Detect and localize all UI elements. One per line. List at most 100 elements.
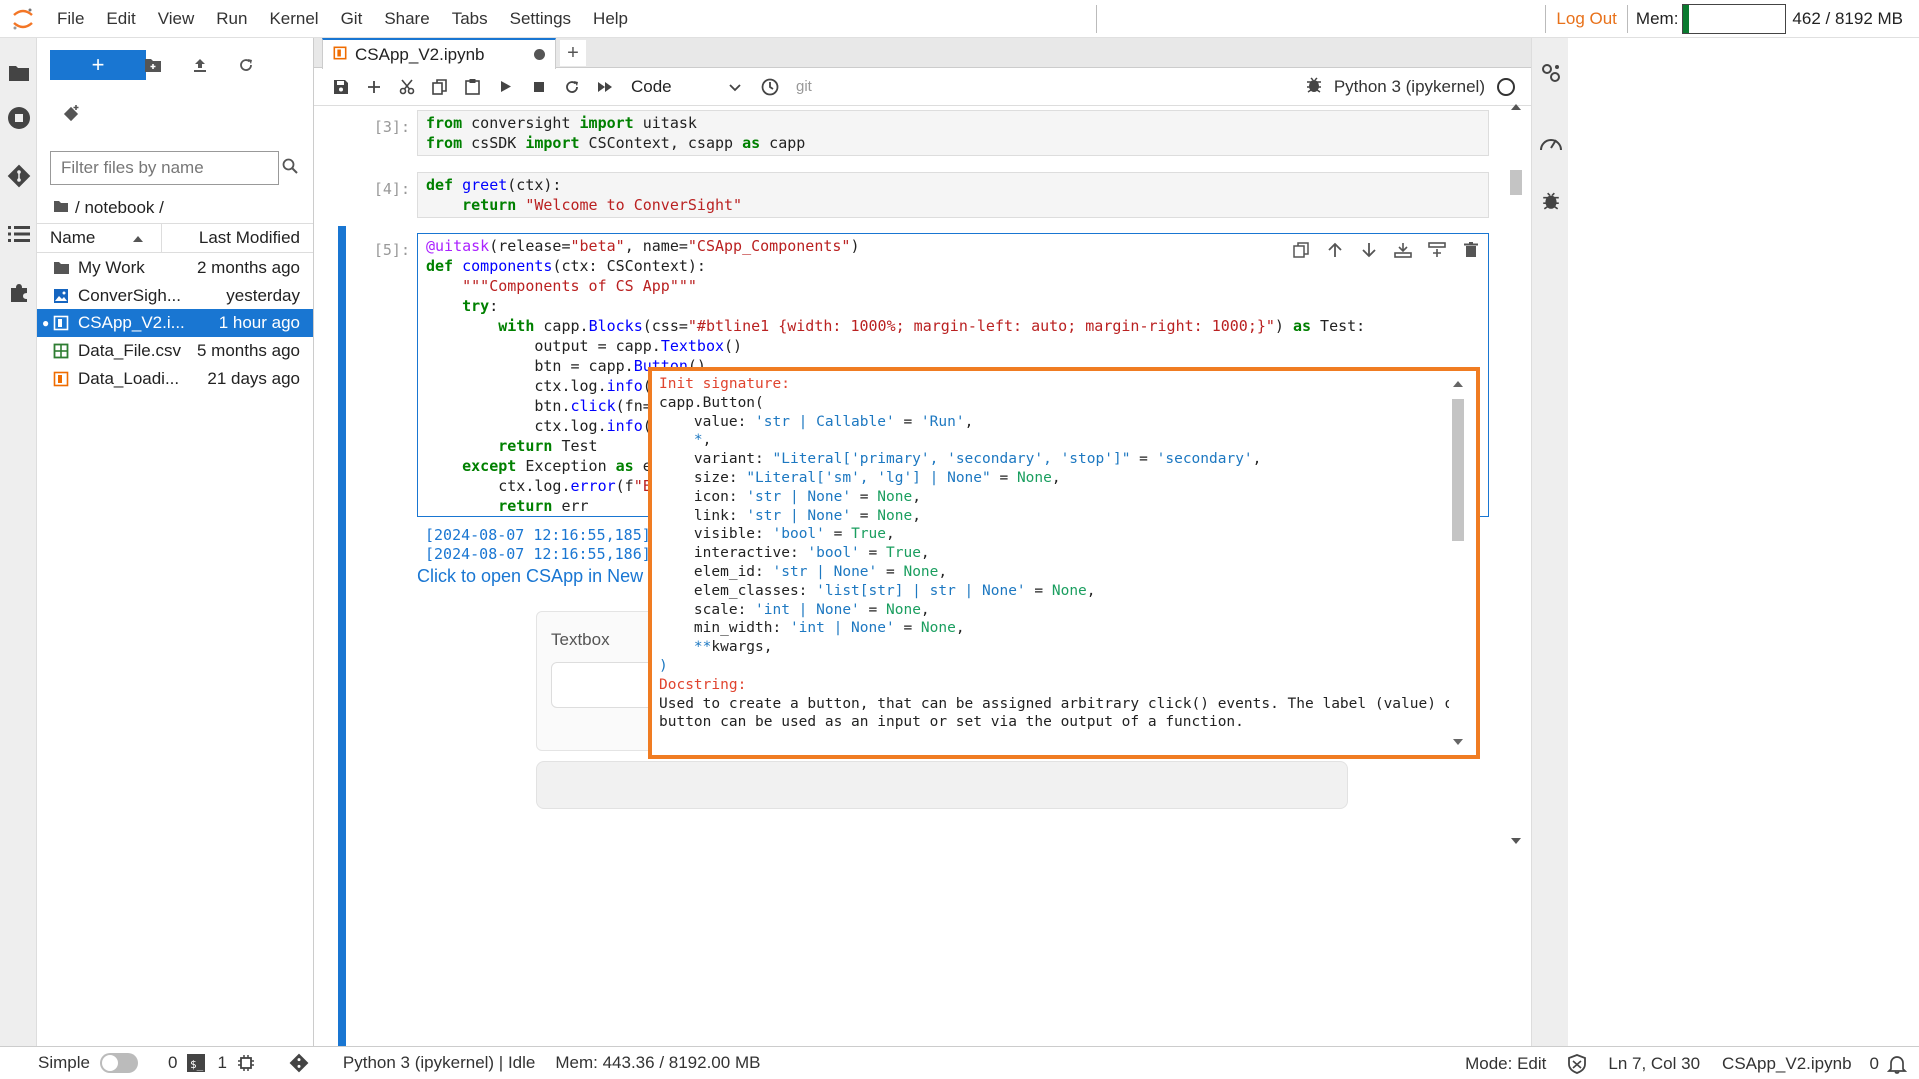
menu-edit[interactable]: Edit bbox=[95, 9, 146, 29]
column-last-modified[interactable]: Last Modified bbox=[162, 228, 313, 248]
tab-notebook[interactable]: CSApp_V2.ipynb bbox=[322, 38, 556, 69]
menu-file[interactable]: File bbox=[46, 9, 95, 29]
table-of-contents-icon[interactable] bbox=[6, 221, 32, 247]
filter-files-input[interactable] bbox=[61, 158, 282, 178]
run-all-icon[interactable] bbox=[588, 73, 621, 101]
file-row[interactable]: Data_File.csv 5 months ago bbox=[37, 337, 313, 365]
memory-status: Mem: 443.36 / 8192.00 MB bbox=[555, 1053, 761, 1072]
refresh-icon[interactable] bbox=[235, 54, 257, 76]
app-button[interactable] bbox=[536, 761, 1348, 809]
breadcrumb-path[interactable]: / notebook / bbox=[75, 198, 164, 218]
scroll-thumb[interactable] bbox=[1452, 399, 1464, 541]
folder-icon[interactable] bbox=[6, 60, 32, 86]
tab-title: CSApp_V2.ipynb bbox=[355, 44, 485, 64]
menu-kernel[interactable]: Kernel bbox=[258, 9, 329, 29]
menu-tabs[interactable]: Tabs bbox=[441, 9, 499, 29]
file-browser: + / notebook / Name Last Modified My Wor… bbox=[37, 38, 314, 1046]
menu-help[interactable]: Help bbox=[582, 9, 639, 29]
scroll-up-icon[interactable] bbox=[1511, 104, 1521, 110]
upload-icon[interactable] bbox=[189, 54, 211, 76]
sort-ascending-icon bbox=[133, 228, 143, 248]
tooltip-scrollbar[interactable] bbox=[1450, 377, 1466, 751]
cell-type-select[interactable]: Code bbox=[631, 77, 741, 97]
insert-below-icon[interactable] bbox=[1426, 239, 1448, 261]
git-diff-button[interactable]: git bbox=[796, 78, 812, 95]
column-name-label: Name bbox=[50, 228, 96, 247]
git-icon[interactable] bbox=[6, 163, 32, 189]
kernel-status[interactable]: Python 3 (ipykernel) | Idle bbox=[343, 1053, 535, 1073]
status-bar: Simple 0 $_ 1 Python 3 (ipykernel) | Idl… bbox=[0, 1046, 1919, 1079]
running-icon[interactable] bbox=[6, 105, 32, 131]
file-list-header: Name Last Modified bbox=[37, 223, 313, 253]
logout-button[interactable]: Log Out bbox=[1546, 9, 1627, 29]
git-clone-icon[interactable] bbox=[63, 104, 81, 127]
terminal-count[interactable]: 0 bbox=[168, 1053, 177, 1073]
file-modified: 21 days ago bbox=[207, 369, 300, 388]
log-output-line: [2024-08-07 12:16:55,186] [I bbox=[425, 545, 678, 563]
kernel-count[interactable]: 1 bbox=[217, 1053, 226, 1073]
terminal-icon: $_ bbox=[187, 1054, 206, 1072]
save-icon[interactable] bbox=[324, 73, 357, 101]
run-icon[interactable] bbox=[489, 73, 522, 101]
file-row[interactable]: Data_Loadi... 21 days ago bbox=[37, 365, 313, 393]
tooltip-heading: Init signature: bbox=[659, 376, 790, 392]
scroll-down-icon[interactable] bbox=[1511, 838, 1521, 844]
menu-view[interactable]: View bbox=[147, 9, 206, 29]
menu-run[interactable]: Run bbox=[205, 9, 258, 29]
active-cell-indicator[interactable] bbox=[338, 226, 346, 1046]
restart-icon[interactable] bbox=[555, 73, 588, 101]
file-row-selected[interactable]: ● CSApp_V2.i... 1 hour ago bbox=[37, 309, 313, 337]
file-name-status: CSApp_V2.ipynb bbox=[1722, 1053, 1852, 1073]
menu-settings[interactable]: Settings bbox=[499, 9, 582, 29]
new-folder-icon[interactable] bbox=[142, 54, 164, 76]
scroll-down-icon[interactable] bbox=[1453, 739, 1463, 745]
code-editor[interactable]: def greet(ctx): return "Welcome to Conve… bbox=[417, 172, 1489, 218]
scroll-thumb[interactable] bbox=[1510, 170, 1522, 195]
menu-git[interactable]: Git bbox=[330, 9, 374, 29]
insert-cell-icon[interactable] bbox=[357, 73, 390, 101]
new-launcher-button[interactable]: + bbox=[50, 50, 146, 80]
clock-icon[interactable] bbox=[753, 73, 786, 101]
bell-icon[interactable] bbox=[1887, 1054, 1907, 1074]
notebook-icon bbox=[52, 314, 70, 332]
code-editor[interactable]: from conversight import uitask from csSD… bbox=[417, 110, 1489, 156]
simple-mode-toggle[interactable] bbox=[99, 1053, 138, 1073]
filter-files-field[interactable] bbox=[50, 151, 298, 185]
copy-icon[interactable] bbox=[423, 73, 456, 101]
property-inspector-icon[interactable] bbox=[1538, 60, 1564, 86]
debugger-icon[interactable] bbox=[1306, 76, 1322, 99]
cut-icon[interactable] bbox=[390, 73, 423, 101]
stop-icon[interactable] bbox=[522, 73, 555, 101]
delete-cell-icon[interactable] bbox=[1460, 239, 1482, 261]
cursor-position[interactable]: Ln 7, Col 30 bbox=[1608, 1054, 1700, 1074]
file-name: Data_File.csv bbox=[78, 341, 181, 360]
unsaved-indicator[interactable] bbox=[534, 49, 545, 60]
trusted-icon[interactable] bbox=[1568, 1053, 1587, 1074]
cell-prompt: [3]: bbox=[373, 118, 410, 136]
menu-share[interactable]: Share bbox=[373, 9, 440, 29]
open-csapp-link[interactable]: Click to open CSApp in New Window bbox=[417, 566, 647, 587]
move-up-icon[interactable] bbox=[1324, 239, 1346, 261]
debugger-icon[interactable] bbox=[1538, 188, 1564, 214]
breadcrumb[interactable]: / notebook / bbox=[53, 198, 164, 218]
log-output-line: [2024-08-07 12:16:55,185] [I bbox=[425, 526, 678, 544]
paste-icon[interactable] bbox=[456, 73, 489, 101]
scroll-up-icon[interactable] bbox=[1453, 381, 1463, 387]
duplicate-cell-icon[interactable] bbox=[1290, 239, 1312, 261]
extensions-icon[interactable] bbox=[6, 279, 32, 305]
signature-tooltip: Init signature: capp.Button( value: 'str… bbox=[648, 367, 1480, 759]
memory-bar bbox=[1682, 4, 1787, 34]
column-name[interactable]: Name bbox=[37, 224, 162, 252]
file-modified: 1 hour ago bbox=[218, 313, 300, 332]
notebook-scrollbar[interactable] bbox=[1508, 100, 1524, 850]
insert-above-icon[interactable] bbox=[1392, 239, 1414, 261]
left-sidebar bbox=[0, 38, 37, 1046]
resource-usage-icon[interactable] bbox=[1538, 130, 1564, 156]
file-row[interactable]: My Work 2 months ago bbox=[37, 254, 313, 282]
move-down-icon[interactable] bbox=[1358, 239, 1380, 261]
git-status-icon[interactable] bbox=[289, 1053, 309, 1073]
add-tab-button[interactable]: + bbox=[560, 40, 586, 66]
kernel-name[interactable]: Python 3 (ipykernel) bbox=[1334, 77, 1485, 97]
kernel-idle-icon bbox=[1497, 78, 1515, 96]
file-row[interactable]: ConverSigh... yesterday bbox=[37, 282, 313, 310]
